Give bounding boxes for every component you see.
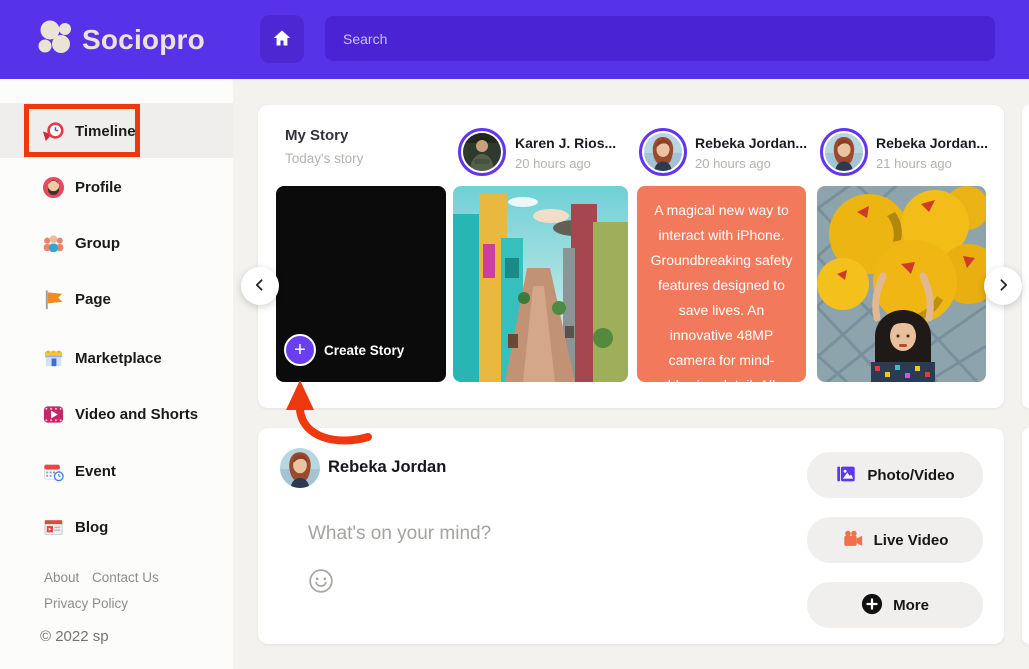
composer-user-avatar[interactable] bbox=[280, 448, 320, 488]
sidebar-item-label: Marketplace bbox=[75, 350, 162, 367]
sidebar-item-label: Timeline bbox=[75, 123, 136, 140]
user-avatar-icon bbox=[42, 176, 65, 199]
chevron-left-icon bbox=[252, 277, 268, 296]
brand-name: Sociopro bbox=[82, 24, 205, 56]
app-header: Sociopro bbox=[0, 0, 1029, 79]
story-card-text[interactable]: A magical new way to interact with iPhon… bbox=[637, 186, 806, 382]
story-time: 20 hours ago bbox=[515, 156, 591, 171]
create-story-card[interactable]: + Create Story bbox=[276, 186, 446, 382]
sidebar-item-blog[interactable]: Blog bbox=[42, 513, 108, 541]
footer-link-about[interactable]: About bbox=[44, 570, 79, 585]
sidebar-item-label: Blog bbox=[75, 519, 108, 536]
chevron-right-icon bbox=[995, 277, 1011, 296]
composer-user-name: Rebeka Jordan bbox=[328, 458, 446, 477]
video-film-icon bbox=[42, 403, 65, 426]
sidebar-item-page[interactable]: Page bbox=[42, 285, 111, 313]
carousel-next-button[interactable] bbox=[984, 267, 1022, 305]
webpage-icon bbox=[42, 516, 65, 539]
story-card-street-photo[interactable] bbox=[453, 186, 628, 382]
next-column-peek bbox=[1022, 105, 1029, 408]
storefront-icon bbox=[42, 347, 65, 370]
search-input[interactable] bbox=[325, 16, 995, 61]
more-label: More bbox=[893, 597, 929, 614]
create-story-plus-button[interactable]: + bbox=[284, 334, 316, 366]
sidebar-item-label: Group bbox=[75, 235, 120, 252]
more-button[interactable]: More bbox=[807, 582, 983, 628]
history-clock-icon bbox=[42, 120, 65, 143]
sidebar-item-label: Video and Shorts bbox=[75, 406, 198, 423]
story-card-balloons-photo[interactable] bbox=[817, 186, 986, 382]
footer-link-privacy-policy[interactable]: Privacy Policy bbox=[44, 596, 128, 611]
sidebar-item-group[interactable]: Group bbox=[42, 229, 120, 257]
sidebar: Timeline Profile Group Page Marketplace … bbox=[0, 79, 233, 669]
sidebar-item-label: Event bbox=[75, 463, 116, 480]
live-video-label: Live Video bbox=[874, 532, 949, 549]
post-composer: Rebeka Jordan Photo/Video Live Video Mor… bbox=[258, 428, 1004, 644]
sidebar-item-video-and-shorts[interactable]: Video and Shorts bbox=[42, 400, 198, 428]
sociopro-logo-icon bbox=[36, 18, 74, 61]
plus-circle-icon bbox=[861, 593, 883, 618]
story-text-content: A magical new way to interact with iPhon… bbox=[637, 186, 806, 382]
next-column-peek bbox=[1022, 428, 1029, 644]
my-story-subtitle: Today's story bbox=[285, 151, 363, 166]
live-video-button[interactable]: Live Video bbox=[807, 517, 983, 563]
story-time: 21 hours ago bbox=[876, 156, 952, 171]
story-user-name[interactable]: Karen J. Rios... bbox=[515, 135, 616, 151]
create-story-label: Create Story bbox=[324, 343, 404, 358]
carousel-previous-button[interactable] bbox=[241, 267, 279, 305]
brand-logo[interactable]: Sociopro bbox=[36, 18, 205, 61]
story-user-name[interactable]: Rebeka Jordan... bbox=[876, 135, 988, 151]
footer-link-contact-us[interactable]: Contact Us bbox=[92, 570, 159, 585]
post-text-input[interactable] bbox=[308, 516, 728, 552]
sidebar-item-event[interactable]: Event bbox=[42, 457, 116, 485]
my-story-title: My Story bbox=[285, 127, 348, 144]
calendar-clock-icon bbox=[42, 460, 65, 483]
story-avatar-karen[interactable] bbox=[458, 128, 506, 176]
sidebar-item-profile[interactable]: Profile bbox=[42, 173, 122, 201]
home-icon bbox=[272, 28, 292, 51]
story-user-name[interactable]: Rebeka Jordan... bbox=[695, 135, 807, 151]
photo-video-button[interactable]: Photo/Video bbox=[807, 452, 983, 498]
live-video-camera-icon bbox=[842, 528, 864, 553]
story-avatar-rebeka[interactable] bbox=[820, 128, 868, 176]
story-avatar-rebeka[interactable] bbox=[639, 128, 687, 176]
stories-section: My Story Today's story Karen J. Rios... … bbox=[258, 105, 1004, 408]
sidebar-item-marketplace[interactable]: Marketplace bbox=[42, 344, 162, 372]
photo-icon bbox=[835, 463, 857, 488]
emoji-smiley-icon[interactable] bbox=[308, 568, 334, 594]
sidebar-item-timeline[interactable]: Timeline bbox=[42, 117, 136, 145]
home-button[interactable] bbox=[260, 15, 304, 63]
sidebar-item-label: Profile bbox=[75, 179, 122, 196]
photo-video-label: Photo/Video bbox=[867, 467, 954, 484]
orange-flag-icon bbox=[42, 288, 65, 311]
people-group-icon bbox=[42, 232, 65, 255]
story-time: 20 hours ago bbox=[695, 156, 771, 171]
sidebar-item-label: Page bbox=[75, 291, 111, 308]
copyright-text: © 2022 sp bbox=[40, 628, 109, 645]
